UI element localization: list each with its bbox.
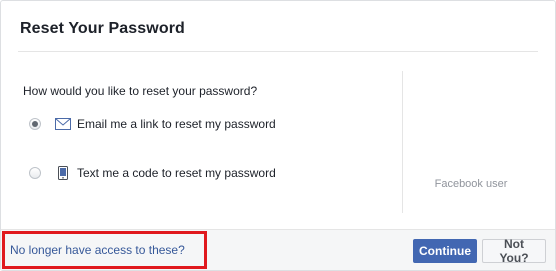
account-name: Facebook user	[434, 178, 508, 190]
email-option[interactable]: Email me a link to reset my password	[29, 115, 276, 133]
email-option-label: Email me a link to reset my password	[77, 117, 276, 131]
text-option[interactable]: Text me a code to reset my password	[29, 164, 276, 182]
header-divider	[18, 51, 538, 52]
highlight-annotation	[2, 231, 207, 269]
text-option-radio[interactable]	[29, 167, 41, 179]
dialog-title: Reset Your Password	[20, 20, 185, 37]
not-you-button[interactable]: Not You?	[482, 237, 546, 265]
dialog-header: Reset Your Password	[1, 1, 555, 54]
reset-question: How would you like to reset your passwor…	[23, 84, 258, 98]
reset-password-dialog: Reset Your Password How would you like t…	[0, 0, 556, 271]
continue-button[interactable]: Continue	[413, 239, 477, 263]
text-option-label: Text me a code to reset my password	[77, 166, 276, 180]
phone-icon	[55, 166, 71, 180]
reset-options-panel: How would you like to reset your passwor…	[1, 61, 401, 229]
envelope-icon	[55, 117, 71, 131]
dialog-footer: No longer have access to these? Continue…	[1, 229, 555, 270]
email-option-radio[interactable]	[29, 118, 41, 130]
panel-divider	[402, 71, 403, 213]
